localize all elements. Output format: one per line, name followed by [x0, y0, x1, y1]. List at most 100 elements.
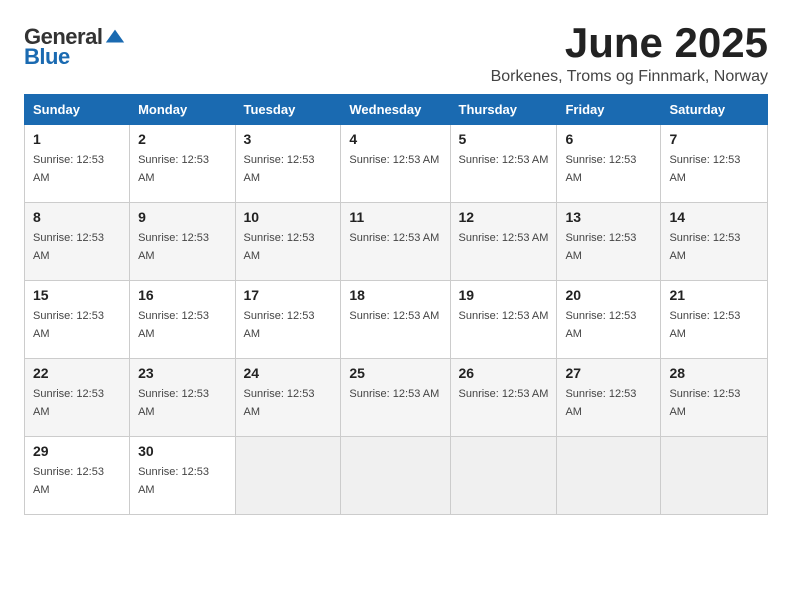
logo-blue-text: Blue: [24, 44, 70, 70]
sunrise-text: Sunrise: 12:53 AM: [459, 388, 549, 400]
calendar-cell: 12Sunrise: 12:53 AM: [450, 203, 557, 281]
month-title: June 2025: [491, 20, 768, 66]
week-row-1: 1Sunrise: 12:53 AM2Sunrise: 12:53 AM3Sun…: [25, 125, 768, 203]
logo-icon: [104, 26, 126, 48]
sunrise-text: Sunrise: 12:53 AM: [669, 310, 740, 340]
calendar-cell: 14 Sunrise: 12:53 AM: [661, 203, 768, 281]
day-number: 9: [138, 209, 226, 225]
calendar-cell: 4 Sunrise: 12:53 AM: [341, 125, 450, 203]
week-row-2: 8Sunrise: 12:53 AM 9 Sunrise: 12:53 AM 10 Su…: [25, 203, 768, 281]
calendar-cell: 22 Sunrise: 12:53 AM: [25, 359, 130, 437]
sunrise-text: Sunrise: 12:53 AM: [565, 232, 636, 262]
day-number: 24: [244, 365, 333, 381]
sunrise-text: Sunrise: 12:53 AM: [138, 388, 209, 418]
location-title: Borkenes, Troms og Finnmark, Norway: [491, 68, 768, 86]
calendar-cell: 27 Sunrise: 12:53 AM: [557, 359, 661, 437]
calendar-cell: 13 Sunrise: 12:53 AM: [557, 203, 661, 281]
calendar-cell: 2Sunrise: 12:53 AM: [130, 125, 235, 203]
calendar-cell: 15 Sunrise: 12:53 AM: [25, 281, 130, 359]
day-number: 26: [459, 365, 549, 381]
calendar: SundayMondayTuesdayWednesdayThursdayFrid…: [24, 94, 768, 515]
sunrise-text: Sunrise: 12:53 AM: [349, 232, 439, 244]
sunrise-text: Sunrise: 12:53 AM: [669, 154, 740, 184]
sunrise-text: Sunrise: 12:53 AM: [669, 388, 740, 418]
day-number: 7: [669, 131, 759, 147]
day-number: 1: [33, 131, 121, 147]
day-number: 11: [349, 209, 441, 225]
column-header-wednesday: Wednesday: [341, 95, 450, 125]
sunrise-text: Sunrise: 12:53 AM: [565, 154, 636, 184]
calendar-cell: 5Sunrise: 12:53 AM: [450, 125, 557, 203]
day-number: 16: [138, 287, 226, 303]
day-number: 27: [565, 365, 652, 381]
sunrise-text: Sunrise: 12:53 AM: [349, 154, 439, 166]
calendar-cell: 23 Sunrise: 12:53 AM: [130, 359, 235, 437]
calendar-cell: 3 Sunrise: 12:53 AM: [235, 125, 341, 203]
calendar-cell: 18Sunrise: 12:53 AM: [341, 281, 450, 359]
sunrise-text: Sunrise: 12:53 AM: [33, 310, 104, 340]
sunrise-text: Sunrise: 12:53 AM: [33, 466, 104, 496]
calendar-cell: 11 Sunrise: 12:53 AM: [341, 203, 450, 281]
day-number: 22: [33, 365, 121, 381]
column-header-sunday: Sunday: [25, 95, 130, 125]
sunrise-text: Sunrise: 12:53 AM: [565, 310, 636, 340]
day-number: 29: [33, 443, 121, 459]
calendar-cell: 1 Sunrise: 12:53 AM: [25, 125, 130, 203]
day-number: 20: [565, 287, 652, 303]
logo: General Blue: [24, 24, 126, 70]
calendar-cell: 19 Sunrise: 12:53 AM: [450, 281, 557, 359]
sunrise-text: Sunrise: 12:53 AM: [459, 232, 549, 244]
day-number: 23: [138, 365, 226, 381]
day-number: 15: [33, 287, 121, 303]
calendar-cell: [557, 437, 661, 515]
day-number: 2: [138, 131, 226, 147]
calendar-cell: 29 Sunrise: 12:53 AM: [25, 437, 130, 515]
day-number: 10: [244, 209, 333, 225]
week-row-5: 29 Sunrise: 12:53 AM 30 Sunrise: 12:53 AM: [25, 437, 768, 515]
day-number: 17: [244, 287, 333, 303]
week-row-4: 22 Sunrise: 12:53 AM 23 Sunrise: 12:53 AM 24…: [25, 359, 768, 437]
sunrise-text: Sunrise: 12:53 AM: [33, 154, 104, 184]
column-header-tuesday: Tuesday: [235, 95, 341, 125]
calendar-cell: [450, 437, 557, 515]
sunrise-text: Sunrise: 12:53 AM: [138, 232, 209, 262]
day-number: 13: [565, 209, 652, 225]
day-number: 28: [669, 365, 759, 381]
day-number: 19: [459, 287, 549, 303]
sunrise-text: Sunrise: 12:53 AM: [138, 310, 209, 340]
header: General Blue June 2025 Borkenes, Troms o…: [24, 20, 768, 86]
week-row-3: 15 Sunrise: 12:53 AM 16 Sunrise: 12:53 AM 17…: [25, 281, 768, 359]
calendar-cell: 10 Sunrise: 12:53 AM: [235, 203, 341, 281]
sunrise-text: Sunrise: 12:53 AM: [244, 232, 315, 262]
sunrise-text: Sunrise: 12:53 AM: [244, 310, 315, 340]
sunrise-text: Sunrise: 12:53 AM: [459, 310, 549, 322]
sunrise-text: Sunrise: 12:53 AM: [459, 154, 549, 166]
calendar-cell: [341, 437, 450, 515]
day-number: 4: [349, 131, 441, 147]
sunrise-text: Sunrise: 12:53 AM: [669, 232, 740, 262]
calendar-cell: 6 Sunrise: 12:53 AM: [557, 125, 661, 203]
sunrise-text: Sunrise: 12:53 AM: [349, 310, 439, 322]
calendar-cell: 16 Sunrise: 12:53 AM: [130, 281, 235, 359]
day-number: 14: [669, 209, 759, 225]
calendar-cell: 26 Sunrise: 12:53 AM: [450, 359, 557, 437]
sunrise-text: Sunrise: 12:53 AM: [244, 154, 315, 184]
calendar-cell: 21 Sunrise: 12:53 AM: [661, 281, 768, 359]
calendar-cell: 20 Sunrise: 12:53 AM: [557, 281, 661, 359]
sunrise-text: Sunrise: 12:53 AM: [33, 388, 104, 418]
title-area: June 2025 Borkenes, Troms og Finnmark, N…: [491, 20, 768, 86]
column-header-monday: Monday: [130, 95, 235, 125]
column-header-thursday: Thursday: [450, 95, 557, 125]
sunrise-text: Sunrise: 12:53 AM: [138, 466, 209, 496]
calendar-cell: 30 Sunrise: 12:53 AM: [130, 437, 235, 515]
sunrise-text: Sunrise: 12:53 AM: [33, 232, 104, 262]
sunrise-text: Sunrise: 12:53 AM: [565, 388, 636, 418]
calendar-cell: 8Sunrise: 12:53 AM: [25, 203, 130, 281]
calendar-cell: 28 Sunrise: 12:53 AM: [661, 359, 768, 437]
day-number: 3: [244, 131, 333, 147]
day-number: 21: [669, 287, 759, 303]
day-number: 25: [349, 365, 441, 381]
sunrise-text: Sunrise: 12:53 AM: [349, 388, 439, 400]
day-number: 30: [138, 443, 226, 459]
day-number: 6: [565, 131, 652, 147]
